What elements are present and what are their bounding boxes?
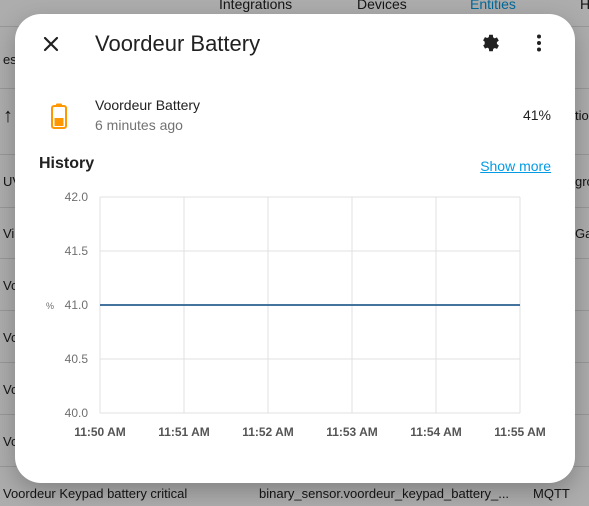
more-options-button[interactable] [525,29,553,57]
dialog-title: Voordeur Battery [95,31,261,56]
dots-vertical-icon [537,34,541,52]
x-tick-label: 11:55 AM [494,425,546,439]
gear-icon [483,34,499,52]
show-more-link[interactable]: Show more [480,158,551,174]
x-tick-label: 11:52 AM [242,425,294,439]
entity-name: Voordeur Battery [95,97,201,113]
x-tick-label: 11:51 AM [158,425,210,439]
y-axis-label: % [46,301,54,311]
x-tick-label: 11:53 AM [326,425,378,439]
y-tick-label: 41.0 [65,298,89,312]
close-button[interactable] [37,30,65,58]
battery-icon [51,103,67,129]
entity-state: 41% [522,107,551,123]
y-tick-label: 40.5 [65,352,89,366]
history-chart: 42.0 41.5 41.0 40.5 40.0 11:50 AM 11:51 AM 11:5… [46,190,546,439]
y-tick-label: 40.0 [65,406,89,420]
history-title: History [39,155,95,172]
x-tick-label: 11:54 AM [410,425,462,439]
close-icon [43,36,59,52]
y-tick-label: 42.0 [65,190,89,204]
y-tick-label: 41.5 [65,244,89,258]
x-tick-label: 11:50 AM [74,425,126,439]
settings-button[interactable] [477,29,505,57]
more-info-dialog: Voordeur Battery Voordeur Battery 6 minu… [15,14,575,483]
entity-last-changed: 6 minutes ago [95,117,183,133]
